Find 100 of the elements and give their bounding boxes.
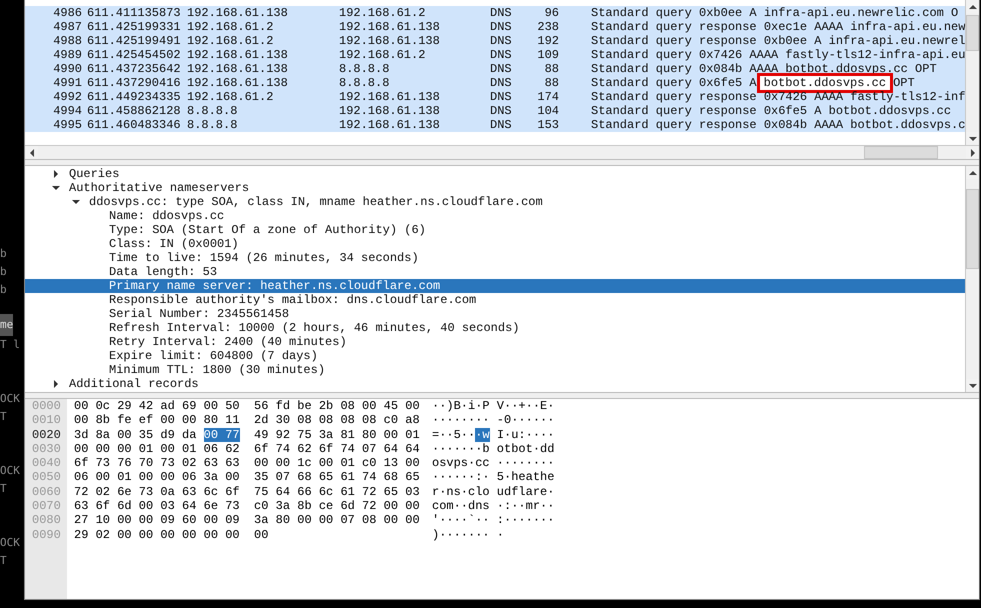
- tree-row[interactable]: Minimum TTL: 1800 (30 minutes): [25, 363, 965, 377]
- hex-bytes[interactable]: 72 02 6e 73 0a 63 6c 6f 75 64 66 6c 61 72 65 03: [74, 484, 420, 500]
- hex-offset: 0070: [31, 499, 61, 514]
- protocol: DNS: [490, 118, 513, 132]
- tree-label: Time to live: 1594 (26 minutes, 34 seconds): [109, 251, 419, 265]
- packet-row[interactable]: 4990 611.437235642 192.168.61.138 8.8.8.8 DNS 88 Standard query 0x084b AAAA botbot.ddosvps.cc OPT: [25, 62, 965, 76]
- source-address: 192.168.61.2: [187, 20, 274, 34]
- hex-bytes[interactable]: 49 92 75 3a 81 80 00 01: [240, 428, 420, 442]
- ascii-text[interactable]: ········ -0······: [432, 413, 554, 428]
- ascii-text[interactable]: com··dns ·:··mr··: [432, 499, 554, 514]
- up-arrow-icon: [968, 2, 976, 10]
- packet-length: 96: [544, 6, 559, 20]
- packet-time: 611.425199491: [87, 34, 182, 48]
- scroll-up-button[interactable]: [966, 166, 979, 179]
- vertical-scrollbar[interactable]: [965, 0, 979, 145]
- tree-row[interactable]: Serial Number: 2345561458: [25, 307, 965, 321]
- source-address: 8.8.8.8: [187, 118, 238, 132]
- tree-row[interactable]: Responsible authority's mailbox: dns.cloudflare.com: [25, 293, 965, 307]
- terminal-text: T: [0, 409, 7, 425]
- tree-row[interactable]: Class: IN (0x0001): [25, 237, 965, 251]
- terminal-text: b: [0, 264, 7, 280]
- left-arrow-icon: [28, 148, 36, 156]
- hex-offset: 0090: [31, 528, 61, 542]
- protocol: DNS: [490, 76, 513, 90]
- hex-offset: 0040: [31, 456, 61, 470]
- terminal-text: b: [0, 282, 7, 298]
- packet-row[interactable]: 4988 611.425199491 192.168.61.2 192.168.61.138 DNS 192 Standard query response 0xb0ee A infra-api.eu.newrel: [25, 34, 965, 48]
- ascii-text[interactable]: ······:· 5·heathe: [432, 470, 554, 485]
- ascii-text[interactable]: ··)B·i·P V··+··E·: [432, 399, 554, 414]
- packet-number: 4994: [52, 104, 83, 118]
- packet-row[interactable]: 4995 611.460483346 8.8.8.8 192.168.61.138 DNS 153 Standard query response 0x084b AAAA botbot.ddosvps.c: [25, 118, 965, 132]
- destination-address: 192.168.61.138: [339, 104, 441, 118]
- packet-row[interactable]: 4986 611.411135873 192.168.61.138 192.168.61.2 DNS 96 Standard query 0xb0ee A infra-api.eu.newrelic.com O: [25, 6, 965, 20]
- packet-time: 611.411135873: [87, 6, 182, 20]
- down-arrow-icon: [968, 134, 976, 142]
- scroll-down-button[interactable]: [966, 379, 979, 392]
- tree-label: Primary name server: heather.ns.cloudflare.com: [109, 279, 440, 293]
- packet-time: 611.449234335: [87, 90, 182, 104]
- scrollbar-thumb[interactable]: [864, 146, 938, 159]
- packet-number: 4995: [52, 118, 83, 132]
- packet-info: Standard query 0x084b AAAA botbot.ddosvps.cc OPT: [591, 62, 937, 76]
- terminal-text: OCK: [0, 463, 20, 479]
- packet-row[interactable]: 4987 611.425199331 192.168.61.2 192.168.61.138 DNS 238 Standard query response 0xec1e AAAA infra-api.eu.new: [25, 20, 965, 34]
- tree-row[interactable]: Expire limit: 604800 (7 days): [25, 349, 965, 363]
- horizontal-scrollbar[interactable]: [25, 145, 979, 159]
- hex-bytes[interactable]: 00 8b fe ef 00 00 80 11 2d 30 08 08 08 08 c0 a8: [74, 413, 420, 428]
- tree-row[interactable]: Primary name server: heather.ns.cloudflare.com: [25, 279, 965, 293]
- ascii-text[interactable]: '····`·· :·······: [432, 513, 554, 528]
- hex-bytes[interactable]: 6f 73 76 70 73 02 63 63 00 00 1c 00 01 c0 13 00: [74, 456, 420, 470]
- packet-length: 238: [536, 20, 559, 34]
- scroll-down-button[interactable]: [966, 132, 979, 145]
- tree-label: Refresh Interval: 10000 (2 hours, 46 minutes, 40 seconds): [109, 321, 520, 335]
- hex-bytes[interactable]: 63 6f 6d 00 03 64 6e 73 c0 3a 8b ce 6d 72 00 00: [74, 499, 420, 514]
- destination-address: 192.168.61.2: [339, 6, 426, 20]
- packet-row[interactable]: 4992 611.449234335 192.168.61.2 192.168.61.138 DNS 174 Standard query response 0x7426 AAAA fastly-tls12-inf: [25, 90, 965, 104]
- tree-row[interactable]: Retry Interval: 2400 (40 minutes): [25, 335, 965, 349]
- scrollbar-thumb[interactable]: [966, 189, 979, 269]
- ascii-text[interactable]: )······· ·: [432, 528, 504, 542]
- hex-bytes[interactable]: 00 00 00 01 00 01 06 62 6f 74 62 6f 74 07 64 64: [74, 442, 420, 456]
- tree-row[interactable]: Additional records: [25, 377, 965, 391]
- collapsed-arrow-icon[interactable]: [52, 170, 60, 178]
- hex-bytes[interactable]: 00 0c 29 42 ad 69 00 50 56 fd be 2b 08 00 45 00: [74, 399, 420, 414]
- expanded-arrow-icon[interactable]: [52, 184, 60, 192]
- destination-address: 192.168.61.138: [339, 118, 441, 132]
- scroll-left-button[interactable]: [25, 146, 38, 159]
- packet-info: Standard query response 0xb0ee A infra-api.eu.newrel: [591, 34, 965, 48]
- tree-row[interactable]: Data length: 53: [25, 265, 965, 279]
- hex-bytes[interactable]: 3d 8a 00 35 d9 da: [74, 428, 204, 442]
- source-address: 192.168.61.138: [187, 76, 289, 90]
- tree-row[interactable]: Queries: [25, 167, 965, 181]
- scrollbar-thumb[interactable]: [966, 15, 979, 52]
- expanded-arrow-icon[interactable]: [72, 198, 80, 206]
- collapsed-arrow-icon[interactable]: [52, 380, 60, 388]
- hex-bytes[interactable]: 06 00 01 00 00 06 3a 00 35 07 68 65 61 74 68 65: [74, 470, 420, 485]
- scroll-up-button[interactable]: [966, 0, 979, 13]
- selected-ascii-text[interactable]: ·w: [475, 428, 490, 442]
- packet-number: 4987: [52, 20, 83, 34]
- tree-row[interactable]: Name: ddosvps.cc: [25, 209, 965, 223]
- tree-label: Type: SOA (Start Of a zone of Authority) (6): [109, 223, 426, 237]
- ascii-text[interactable]: I·u:····: [490, 428, 554, 442]
- tree-row[interactable]: ddosvps.cc: type SOA, class IN, mname heather.ns.cloudflare.com: [25, 195, 965, 209]
- packet-row[interactable]: 4994 611.458862128 8.8.8.8 192.168.61.138 DNS 104 Standard query response 0x6fe5 A botbot.ddosvps.cc: [25, 104, 965, 118]
- scroll-right-button[interactable]: [966, 146, 979, 159]
- hex-bytes[interactable]: 29 02 00 00 00 00 00 00 00: [74, 528, 268, 542]
- tree-row[interactable]: Authoritative nameservers: [25, 181, 965, 195]
- ascii-text[interactable]: osvps·cc ········: [432, 456, 554, 470]
- selected-hex-bytes[interactable]: 00 77: [204, 428, 240, 442]
- hex-bytes[interactable]: 27 10 00 00 09 60 00 09 3a 80 00 00 07 08 00 00: [74, 513, 420, 528]
- ascii-text[interactable]: =··5··: [432, 428, 476, 442]
- packet-time: 611.458862128: [87, 104, 182, 118]
- tree-label: Retry Interval: 2400 (40 minutes): [109, 335, 347, 349]
- tree-row[interactable]: Type: SOA (Start Of a zone of Authority) (6): [25, 223, 965, 237]
- packet-row[interactable]: 4989 611.425454502 192.168.61.138 192.168.61.2 DNS 109 Standard query 0x7426 AAAA fastly-tls12-infra-api.eu: [25, 48, 965, 62]
- tree-row[interactable]: Refresh Interval: 10000 (2 hours, 46 minutes, 40 seconds): [25, 321, 965, 335]
- terminal-text: T: [0, 481, 7, 497]
- tree-row[interactable]: Time to live: 1594 (26 minutes, 34 seconds): [25, 251, 965, 265]
- ascii-text[interactable]: r·ns·clo udflare·: [432, 484, 554, 500]
- protocol: DNS: [490, 20, 513, 34]
- ascii-text[interactable]: ·······b otbot·dd: [432, 442, 554, 456]
- vertical-scrollbar[interactable]: [965, 166, 979, 392]
